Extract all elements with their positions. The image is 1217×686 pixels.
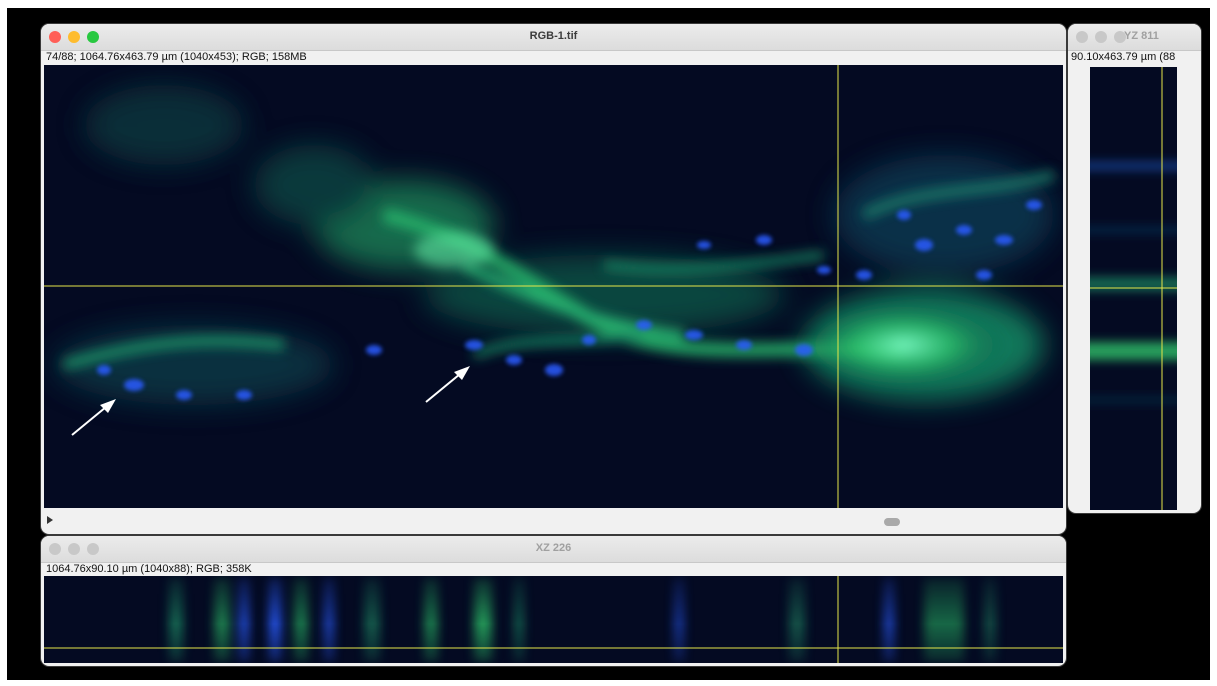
yz-canvas[interactable]: [1090, 67, 1177, 510]
window-title: YZ 811: [1124, 30, 1159, 42]
xz-projection-image: [44, 576, 1063, 663]
yz-window-titlebar[interactable]: YZ 811: [1068, 24, 1201, 51]
yz-window[interactable]: YZ 811 90.10x463.79 µm (88: [1068, 24, 1201, 513]
image-info-text: 90.10x463.79 µm (88: [1071, 51, 1176, 63]
window-title: RGB-1.tif: [529, 30, 578, 42]
xz-canvas[interactable]: [44, 576, 1063, 663]
xz-window-titlebar[interactable]: XZ 226: [41, 536, 1066, 563]
slice-scrollbar-thumb[interactable]: [884, 518, 900, 526]
play-icon[interactable]: [47, 516, 53, 524]
desktop-background: RGB-1.tif 74/88; 1064.76x463.79 µm (1040…: [7, 8, 1210, 680]
window-title: XZ 226: [535, 542, 572, 554]
fluorescence-image: [44, 65, 1063, 508]
image-canvas[interactable]: [44, 65, 1063, 508]
image-info-text: 74/88; 1064.76x463.79 µm (1040x453); RGB…: [46, 51, 307, 63]
xz-window[interactable]: XZ 226 1064.76x90.10 µm (1040x88); RGB; …: [41, 536, 1066, 666]
main-window-titlebar[interactable]: RGB-1.tif: [41, 24, 1066, 51]
minimize-button[interactable]: [1095, 31, 1107, 43]
image-info-text: 1064.76x90.10 µm (1040x88); RGB; 358K: [46, 563, 252, 575]
window-controls: [1076, 31, 1126, 43]
close-button[interactable]: [1076, 31, 1088, 43]
main-image-window[interactable]: RGB-1.tif 74/88; 1064.76x463.79 µm (1040…: [41, 24, 1066, 534]
yz-projection-image: [1090, 67, 1177, 510]
